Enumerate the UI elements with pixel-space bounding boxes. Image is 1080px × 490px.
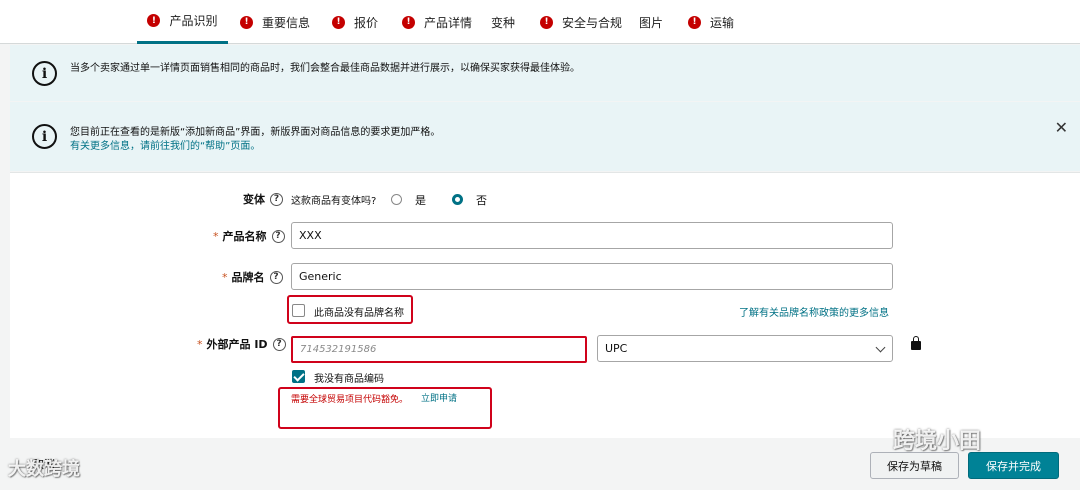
error-icon: ! <box>688 15 701 29</box>
no-code-checkbox[interactable] <box>292 370 305 383</box>
id-type-select[interactable]: UPC <box>597 335 893 362</box>
help-icon[interactable]: ? <box>270 192 283 206</box>
info-alert-merge: i 当多个卖家通过单一详情页面销售相同的商品时，我们会整合最佳商品数据并进行展示… <box>10 45 1080 101</box>
variant-label: 变体 ? <box>243 191 283 207</box>
tab-label: 运输 <box>710 15 735 30</box>
error-icon: ! <box>332 15 345 29</box>
tab-product-identity[interactable]: ! 产品识别 <box>137 0 228 44</box>
error-icon: ! <box>402 15 415 29</box>
tab-vital-info[interactable]: ! 重要信息 <box>240 0 310 44</box>
highlight-box <box>278 387 492 429</box>
alert-message: 您目前正在查看的是新版“添加新商品”界面，新版界面对商品信息的要求更加严格。 <box>70 127 441 138</box>
info-icon: i <box>32 61 57 86</box>
tab-shipping[interactable]: ! 运输 <box>688 0 734 44</box>
tab-offer[interactable]: ! 报价 <box>332 0 378 44</box>
variant-yes-radio[interactable] <box>391 194 402 205</box>
tab-label: 产品识别 <box>169 14 218 28</box>
brand-label: * 品牌名 ? <box>222 269 283 285</box>
info-icon: i <box>32 124 57 149</box>
lock-icon <box>911 336 921 350</box>
tab-label: 重要信息 <box>262 15 311 30</box>
help-icon[interactable]: ? <box>269 270 283 284</box>
tab-label: 变种 <box>491 15 516 30</box>
tab-label: 安全与合规 <box>562 15 623 30</box>
variant-yes-label: 是 <box>415 194 426 207</box>
help-page-link[interactable]: 有关更多信息，请前往我们的“帮助”页面。 <box>70 137 260 152</box>
tab-safety-compliance[interactable]: ! 安全与合规 <box>540 0 622 44</box>
tab-label: 产品详情 <box>424 15 473 30</box>
external-id-input[interactable]: 714532191586 <box>291 336 587 363</box>
id-type-value: UPC <box>605 342 628 355</box>
no-code-label: 我没有商品编码 <box>314 374 384 385</box>
tab-images[interactable]: 图片 <box>639 0 663 44</box>
info-alert-new-ui: i 您目前正在查看的是新版“添加新商品”界面，新版界面对商品信息的要求更加严格。… <box>10 102 1080 171</box>
alert-message: 当多个卖家通过单一详情页面销售相同的商品时，我们会整合最佳商品数据并进行展示，以… <box>70 63 580 74</box>
external-id-label: * 外部产品 ID ? <box>197 336 286 352</box>
brand-policy-link[interactable]: 了解有关品牌名称政策的更多信息 <box>739 304 889 319</box>
brand-name-input[interactable]: Generic <box>291 263 893 290</box>
error-icon: ! <box>240 15 253 29</box>
highlight-box <box>287 295 413 324</box>
product-name-input[interactable]: XXX <box>291 222 893 249</box>
tab-label: 报价 <box>354 15 379 30</box>
help-icon[interactable]: ? <box>272 337 286 351</box>
watermark-left: 大数跨境 <box>8 459 80 480</box>
product-name-label: * 产品名称 ? <box>213 228 285 244</box>
save-draft-button[interactable]: 保存为草稿 <box>870 452 959 479</box>
section-tabs: ! 产品识别 ! 重要信息 ! 报价 ! 产品详情 变种 ! 安全与合规 图片 ! 运输 <box>0 0 1080 44</box>
close-icon[interactable]: ✕ <box>1055 118 1068 137</box>
error-icon: ! <box>540 15 553 29</box>
tab-product-details[interactable]: ! 产品详情 <box>402 0 472 44</box>
product-identity-form: 变体 ? 这款商品有变体吗? 是 否 * 产品名称 ? XXX * 品牌名 ? … <box>10 172 1080 438</box>
variant-no-radio[interactable] <box>452 194 463 205</box>
save-and-finish-button[interactable]: 保存并完成 <box>968 452 1059 479</box>
tab-variations[interactable]: 变种 <box>491 0 515 44</box>
variant-question: 这款商品有变体吗? <box>291 196 377 207</box>
help-icon[interactable]: ? <box>271 229 285 243</box>
tab-label: 图片 <box>639 15 664 30</box>
error-icon: ! <box>147 14 161 27</box>
watermark-right: 跨境小田 <box>893 429 982 454</box>
variant-no-label: 否 <box>476 194 487 207</box>
chevron-down-icon <box>875 342 886 353</box>
